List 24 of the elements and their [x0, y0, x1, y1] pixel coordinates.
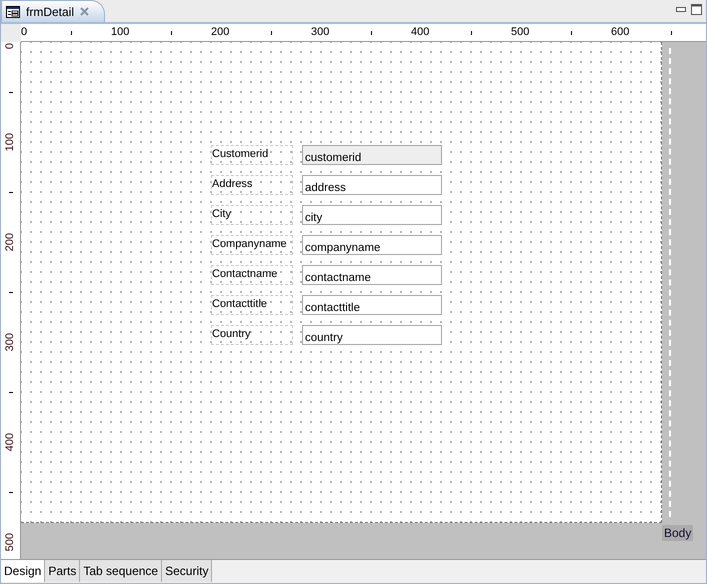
field-label[interactable]: Country — [211, 325, 293, 345]
input-field[interactable]: contacttitle — [302, 295, 442, 315]
section-label[interactable]: Body — [662, 525, 694, 541]
maximize-icon[interactable] — [691, 4, 702, 15]
field-label[interactable]: City — [211, 205, 293, 225]
field-label[interactable]: Companyname — [211, 235, 293, 255]
editor-tab[interactable]: Design — [1, 560, 46, 582]
field-label[interactable]: Contactname — [211, 265, 293, 285]
form-icon — [6, 6, 20, 18]
horizontal-ruler: 0 100 200 300 400 500 600 — [21, 24, 706, 42]
tab-title: frmDetail — [26, 4, 74, 18]
document-tab[interactable]: frmDetail — [1, 0, 105, 22]
field-label[interactable]: Contacttitle — [211, 295, 293, 315]
input-field[interactable]: country — [302, 325, 442, 345]
input-field[interactable]: companyname — [302, 235, 442, 255]
minimize-icon[interactable] — [676, 7, 686, 12]
input-field[interactable]: contactname — [302, 265, 442, 285]
input-field[interactable]: city — [302, 205, 442, 225]
input-field[interactable]: address — [302, 175, 442, 195]
editor-tab[interactable]: Tab sequence — [80, 560, 162, 582]
close-icon[interactable] — [80, 7, 90, 16]
field-label[interactable]: Address — [211, 175, 293, 195]
editor-tab[interactable]: Parts — [45, 560, 80, 582]
editor-tab[interactable]: Security — [162, 560, 212, 582]
